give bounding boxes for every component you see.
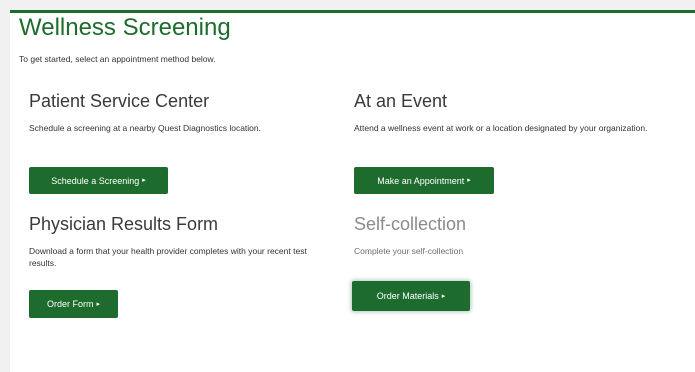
section-description: Schedule a screening at a nearby Quest D…: [29, 123, 261, 133]
caret-right-icon: ▸: [142, 177, 146, 184]
section-description: Download a form that your health provide…: [29, 246, 307, 268]
button-label: Order Materials: [376, 291, 439, 301]
section-at-an-event: At an Event Attend a wellness event at w…: [354, 90, 654, 134]
section-heading: At an Event: [354, 91, 448, 111]
button-label: Order Form: [46, 299, 94, 309]
make-appointment-button[interactable]: Make an Appointment ▸: [354, 167, 494, 194]
section-heading: Patient Service Center: [29, 91, 210, 111]
page-frame: Wellness Screening To get started, selec…: [0, 0, 695, 372]
section-physician-results-form: Physician Results Form Download a form t…: [29, 213, 324, 269]
order-form-button[interactable]: Order Form ▸: [29, 290, 118, 318]
section-heading: Physician Results Form: [29, 214, 219, 234]
section-patient-service-center: Patient Service Center Schedule a screen…: [29, 90, 339, 134]
order-materials-button[interactable]: Order Materials ▸: [352, 281, 470, 311]
caret-right-icon: ▸: [467, 177, 471, 184]
caret-right-icon: ▸: [441, 292, 446, 300]
schedule-screening-button[interactable]: Schedule a Screening ▸: [29, 167, 168, 194]
section-description: Complete your self-collection: [354, 246, 464, 256]
section-heading: Self-collection: [354, 214, 467, 234]
intro-text: To get started, select an appointment me…: [19, 54, 216, 64]
button-label: Make an Appointment: [377, 175, 465, 186]
button-label: Schedule a Screening: [51, 175, 140, 186]
caret-right-icon: ▸: [96, 300, 101, 308]
section-description: Attend a wellness event at work or a loc…: [354, 123, 648, 133]
section-self-collection: Self-collection Complete your self-colle…: [354, 213, 654, 257]
page-title: Wellness Screening: [19, 14, 231, 41]
